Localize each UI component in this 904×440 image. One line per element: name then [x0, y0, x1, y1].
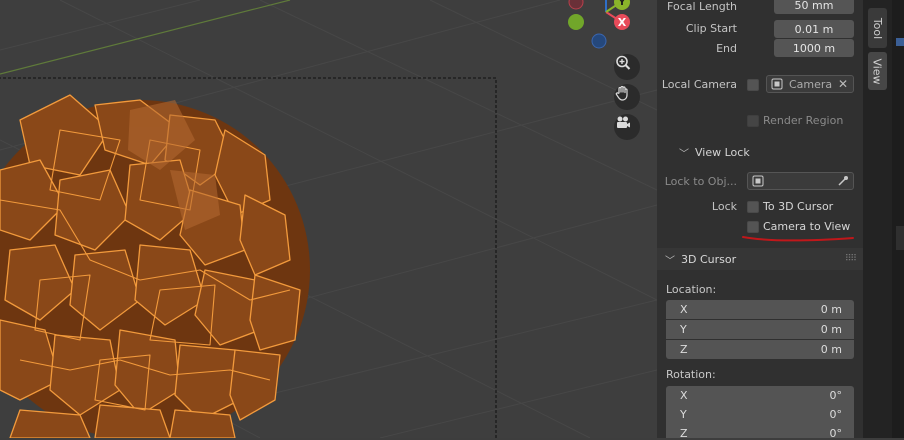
viewport-scene: [0, 0, 657, 438]
axis-value: 0°: [829, 408, 843, 421]
view-sidebar-panel: Focal Length 50 mm Clip Start 0.01 m End…: [657, 0, 863, 440]
camera-to-view-label: Camera to View: [763, 220, 851, 233]
lock-label: Lock: [711, 200, 737, 213]
region-edge-highlight: [896, 38, 904, 46]
clip-end-label: End: [716, 42, 737, 55]
annotation-underline: [742, 236, 854, 242]
clear-icon[interactable]: ✕: [838, 77, 848, 91]
gizmo-neg-y-handle[interactable]: [568, 14, 584, 30]
rotation-y-field[interactable]: Y 0°: [666, 405, 854, 424]
tab-tool[interactable]: Tool: [868, 8, 887, 48]
view-lock-header[interactable]: ﹀ View Lock: [657, 140, 863, 164]
3d-cursor-title: 3D Cursor: [681, 252, 737, 266]
local-camera-field[interactable]: Camera ✕: [766, 75, 854, 93]
clip-start-field[interactable]: 0.01 m: [774, 20, 854, 38]
camera-object-icon: [771, 78, 783, 90]
tab-view-label: View: [871, 57, 885, 85]
focal-length-field[interactable]: 50 mm: [774, 0, 854, 14]
chevron-down-icon: ﹀: [665, 255, 675, 267]
axis-value: 0 m: [820, 303, 842, 316]
render-region-checkbox[interactable]: [747, 115, 759, 127]
gizmo-y-label: Y: [617, 0, 626, 8]
pan-button[interactable]: [614, 84, 640, 110]
tab-view[interactable]: View: [868, 52, 887, 90]
zoom-button[interactable]: [614, 54, 640, 80]
axis-value: 0 m: [820, 343, 842, 356]
location-label: Location:: [666, 283, 717, 296]
camera-to-view-checkbox[interactable]: [747, 221, 759, 233]
view-lock-title: View Lock: [695, 145, 750, 159]
axis-value: 0 m: [820, 323, 842, 336]
clip-start-label: Clip Start: [685, 22, 737, 35]
region-edge-marker: [896, 226, 904, 250]
location-z-field[interactable]: Z 0 m: [666, 340, 854, 359]
gizmo-neg-x-handle[interactable]: [568, 0, 584, 10]
rotation-label: Rotation:: [666, 368, 716, 381]
axis-label: X: [680, 303, 688, 316]
location-y-field[interactable]: Y 0 m: [666, 320, 854, 339]
camera-view-button[interactable]: [614, 114, 640, 140]
lock-to-object-label: Lock to Obj...: [664, 175, 737, 188]
camera-icon: [617, 116, 630, 128]
3d-viewport[interactable]: Y X: [0, 0, 657, 438]
lock-to-object-field[interactable]: [747, 172, 854, 190]
fractured-sphere-object[interactable]: [0, 94, 310, 438]
local-camera-label: Local Camera: [661, 78, 737, 91]
axis-label: Y: [680, 323, 687, 336]
clip-end-field[interactable]: 1000 m: [774, 39, 854, 57]
gizmo-x-label: X: [618, 16, 627, 29]
to-3d-cursor-label: To 3D Cursor: [763, 200, 834, 213]
location-x-field[interactable]: X 0 m: [666, 300, 854, 319]
local-camera-checkbox[interactable]: [747, 79, 759, 91]
chevron-down-icon: ﹀: [679, 148, 689, 160]
local-camera-value: Camera: [789, 77, 833, 91]
axis-value: 0°: [829, 389, 843, 402]
eyedropper-icon[interactable]: [837, 175, 849, 187]
to-3d-cursor-checkbox[interactable]: [747, 201, 759, 213]
navigation-gizmo[interactable]: Y X: [560, 0, 650, 52]
object-icon: [752, 175, 764, 187]
axis-value: 0°: [829, 427, 843, 440]
hand-icon: [615, 85, 628, 101]
zoom-icon: [616, 55, 631, 70]
axis-label: Y: [680, 408, 687, 421]
sidebar-tabs: Tool View: [863, 0, 904, 438]
axis-label: X: [680, 389, 688, 402]
axis-label: Z: [680, 343, 688, 356]
rotation-x-field[interactable]: X 0°: [666, 386, 854, 405]
gizmo-neg-z-handle[interactable]: [591, 33, 607, 49]
focal-length-label: Focal Length: [667, 0, 737, 13]
drag-handle-icon[interactable]: ⠿⠿: [845, 254, 857, 264]
rotation-z-field[interactable]: Z 0°: [666, 424, 854, 440]
tab-tool-label: Tool: [871, 17, 884, 39]
axis-label: Z: [680, 427, 688, 440]
3d-cursor-header[interactable]: ﹀ 3D Cursor ⠿⠿: [657, 248, 863, 270]
region-edge: [892, 0, 904, 438]
render-region-label: Render Region: [763, 114, 844, 127]
